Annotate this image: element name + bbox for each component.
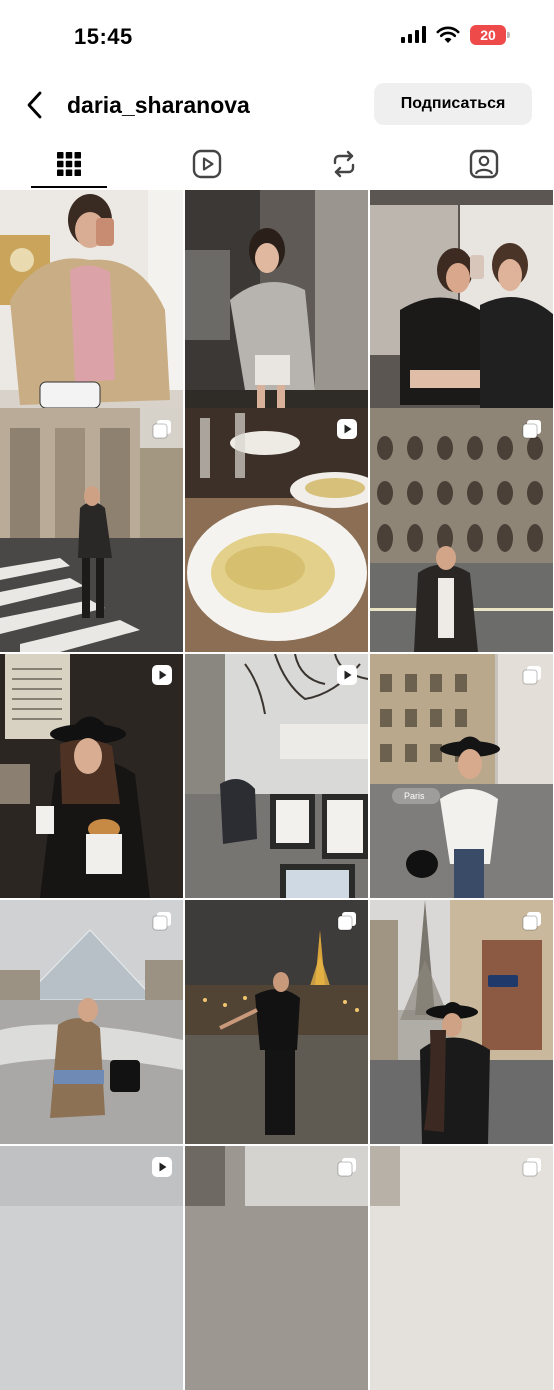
post-thumbnail[interactable] (370, 408, 553, 652)
carousel-icon (522, 912, 541, 931)
post-image (185, 900, 368, 1144)
carousel-icon (337, 1158, 356, 1177)
post-image (370, 190, 553, 434)
post-image (370, 1146, 553, 1390)
post-thumbnail[interactable] (185, 900, 368, 1144)
reposts-icon (333, 150, 355, 178)
post-thumbnail[interactable] (185, 408, 368, 652)
profile-username: daria_sharanova (67, 92, 250, 118)
signal-icon (401, 26, 426, 43)
post-thumbnail[interactable] (185, 190, 368, 434)
status-icons: 20 (400, 25, 510, 45)
post-image (185, 408, 368, 652)
chevron-left-icon[interactable] (24, 90, 46, 120)
tab-tagged[interactable] (454, 140, 514, 188)
carousel-icon (522, 666, 541, 685)
post-image (0, 900, 183, 1144)
post-thumbnail[interactable] (185, 654, 368, 898)
reel-icon (337, 665, 357, 685)
post-image (0, 1146, 183, 1390)
post-image (185, 654, 368, 898)
post-thumbnail[interactable]: Paris (370, 654, 553, 898)
tab-reposts[interactable] (314, 140, 374, 188)
post-image (0, 654, 183, 898)
post-image (185, 1146, 368, 1390)
carousel-icon (522, 1158, 541, 1177)
wifi-icon (436, 26, 460, 43)
carousel-icon (152, 912, 171, 931)
post-image (370, 900, 553, 1144)
battery-level: 20 (480, 27, 496, 43)
post-thumbnail[interactable] (0, 1146, 183, 1390)
profile-header: daria_sharanova Подписаться (0, 78, 554, 132)
reel-icon (152, 1157, 172, 1177)
post-image (370, 408, 553, 652)
carousel-icon (522, 420, 541, 439)
post-thumbnail[interactable] (370, 1146, 553, 1390)
carousel-icon (152, 420, 171, 439)
post-image (370, 654, 553, 898)
location-tag: Paris (404, 791, 425, 801)
post-thumbnail[interactable] (0, 408, 183, 652)
tagged-icon (469, 149, 499, 179)
status-time: 15:45 (74, 24, 133, 49)
profile-tabs (0, 140, 554, 188)
post-thumbnail[interactable] (370, 190, 553, 434)
post-thumbnail[interactable] (0, 190, 183, 434)
grid-icon (57, 152, 81, 176)
reel-icon (152, 665, 172, 685)
tab-grid[interactable] (31, 140, 107, 188)
status-bar: 15:45 20 (0, 0, 554, 70)
posts-grid: Paris (0, 190, 554, 1390)
post-thumbnail[interactable] (0, 900, 183, 1144)
follow-button[interactable]: Подписаться (374, 83, 532, 125)
reels-icon (192, 149, 222, 179)
reel-icon (337, 419, 357, 439)
post-thumbnail[interactable] (185, 1146, 368, 1390)
post-thumbnail[interactable] (370, 900, 553, 1144)
carousel-icon (337, 912, 356, 931)
post-image (0, 190, 183, 434)
post-image (0, 408, 183, 652)
tab-reels[interactable] (177, 140, 237, 188)
post-image (185, 190, 368, 434)
battery-icon: 20 (470, 25, 510, 45)
post-thumbnail[interactable] (0, 654, 183, 898)
